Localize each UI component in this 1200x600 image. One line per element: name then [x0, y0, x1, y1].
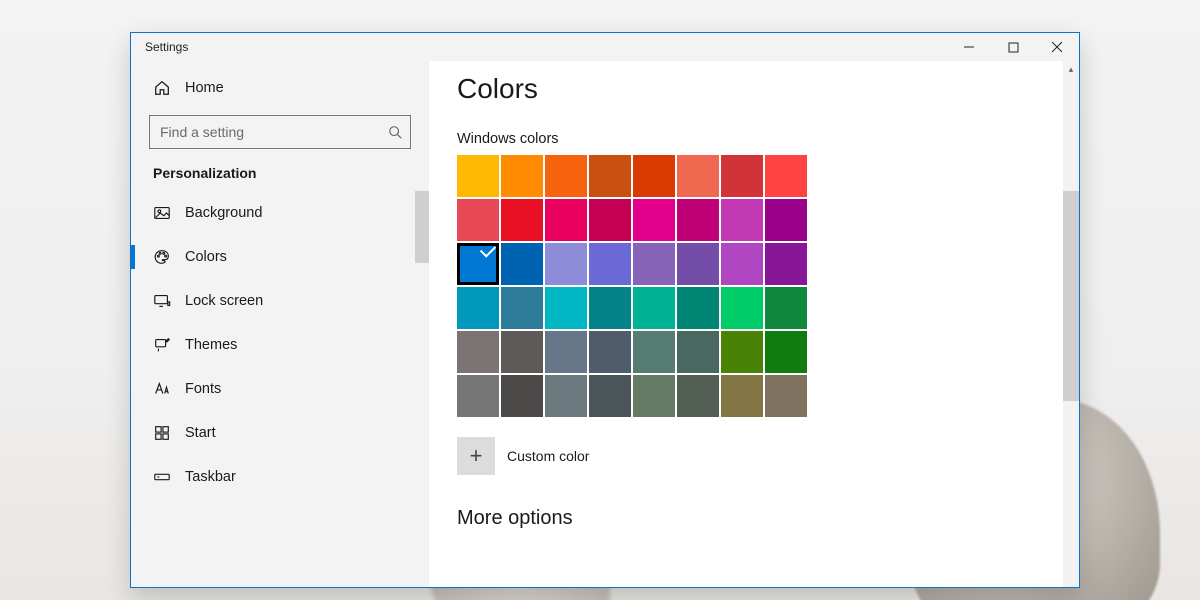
home-icon: [153, 79, 171, 97]
color-swatch[interactable]: [677, 199, 719, 241]
color-swatch[interactable]: [589, 199, 631, 241]
color-swatch-grid: [457, 155, 1051, 417]
sidebar-category: Personalization: [131, 163, 429, 191]
sidebar-item-themes[interactable]: Themes: [131, 323, 429, 367]
color-swatch[interactable]: [721, 199, 763, 241]
search-input[interactable]: [160, 124, 388, 140]
color-swatch[interactable]: [501, 375, 543, 417]
custom-color-row[interactable]: + Custom color: [457, 437, 1051, 475]
color-swatch[interactable]: [501, 287, 543, 329]
more-options-heading: More options: [457, 507, 1051, 530]
color-swatch[interactable]: [765, 199, 807, 241]
color-swatch[interactable]: [457, 331, 499, 373]
maximize-icon: [1008, 42, 1019, 53]
window-body: Home Personalization Background: [131, 61, 1079, 587]
page-title: Colors: [457, 73, 1051, 105]
sidebar-home-label: Home: [185, 80, 224, 96]
window-controls: [947, 33, 1079, 61]
color-swatch[interactable]: [633, 155, 675, 197]
color-swatch[interactable]: [633, 331, 675, 373]
sidebar-item-label: Fonts: [185, 381, 221, 397]
sidebar-item-label: Themes: [185, 337, 237, 353]
color-swatch[interactable]: [721, 243, 763, 285]
plus-icon[interactable]: +: [457, 437, 495, 475]
windows-colors-label: Windows colors: [457, 131, 1051, 147]
color-swatch[interactable]: [765, 287, 807, 329]
color-swatch[interactable]: [589, 287, 631, 329]
color-swatch[interactable]: [633, 375, 675, 417]
color-swatch[interactable]: [589, 375, 631, 417]
color-swatch[interactable]: [545, 155, 587, 197]
close-icon: [1051, 41, 1063, 53]
color-swatch[interactable]: [677, 331, 719, 373]
sidebar-item-label: Background: [185, 205, 262, 221]
color-swatch[interactable]: [545, 199, 587, 241]
taskbar-icon: [153, 468, 171, 486]
color-swatch[interactable]: [545, 287, 587, 329]
color-swatch[interactable]: [633, 243, 675, 285]
monitor-icon: [153, 292, 171, 310]
sidebar-item-start[interactable]: Start: [131, 411, 429, 455]
color-swatch[interactable]: [545, 243, 587, 285]
maximize-button[interactable]: [991, 33, 1035, 61]
sidebar-item-label: Taskbar: [185, 469, 236, 485]
minimize-icon: [963, 41, 975, 53]
picture-icon: [153, 204, 171, 222]
color-swatch[interactable]: [457, 287, 499, 329]
color-swatch[interactable]: [457, 155, 499, 197]
color-swatch[interactable]: [721, 331, 763, 373]
color-swatch[interactable]: [457, 243, 499, 285]
sidebar-item-background[interactable]: Background: [131, 191, 429, 235]
color-swatch[interactable]: [677, 155, 719, 197]
sidebar-nav: Background Colors Lock screen: [131, 191, 429, 587]
color-swatch[interactable]: [501, 243, 543, 285]
color-swatch[interactable]: [633, 199, 675, 241]
color-swatch[interactable]: [501, 199, 543, 241]
titlebar: Settings: [131, 33, 1079, 61]
sidebar-item-lock-screen[interactable]: Lock screen: [131, 279, 429, 323]
window-title: Settings: [145, 40, 188, 54]
sidebar-item-label: Lock screen: [185, 293, 263, 309]
sidebar-item-colors[interactable]: Colors: [131, 235, 429, 279]
sidebar: Home Personalization Background: [131, 61, 429, 587]
color-swatch[interactable]: [545, 331, 587, 373]
search-icon: [388, 125, 402, 139]
color-swatch[interactable]: [765, 155, 807, 197]
scrollbar-up-icon[interactable]: ▴: [1063, 61, 1079, 77]
main-scrollbar-thumb[interactable]: [1063, 191, 1079, 401]
color-swatch[interactable]: [589, 331, 631, 373]
color-swatch[interactable]: [765, 243, 807, 285]
close-button[interactable]: [1035, 33, 1079, 61]
color-swatch[interactable]: [721, 287, 763, 329]
custom-color-label: Custom color: [507, 448, 589, 464]
sidebar-item-label: Colors: [185, 249, 227, 265]
color-swatch[interactable]: [721, 155, 763, 197]
main-content: ▴ Colors Windows colors + Custom color M…: [429, 61, 1079, 587]
sidebar-item-taskbar[interactable]: Taskbar: [131, 455, 429, 499]
color-swatch[interactable]: [633, 287, 675, 329]
palette-icon: [153, 248, 171, 266]
color-swatch[interactable]: [677, 375, 719, 417]
minimize-button[interactable]: [947, 33, 991, 61]
font-icon: [153, 380, 171, 398]
color-swatch[interactable]: [589, 155, 631, 197]
color-swatch[interactable]: [545, 375, 587, 417]
color-swatch[interactable]: [501, 155, 543, 197]
color-swatch[interactable]: [457, 375, 499, 417]
sidebar-item-fonts[interactable]: Fonts: [131, 367, 429, 411]
sidebar-home[interactable]: Home: [131, 69, 429, 109]
settings-window: Settings Home Per: [130, 32, 1080, 588]
color-swatch[interactable]: [677, 243, 719, 285]
color-swatch[interactable]: [457, 199, 499, 241]
color-swatch[interactable]: [765, 375, 807, 417]
color-swatch[interactable]: [721, 375, 763, 417]
search-box[interactable]: [149, 115, 411, 149]
sidebar-item-label: Start: [185, 425, 216, 441]
color-swatch[interactable]: [765, 331, 807, 373]
color-swatch[interactable]: [677, 287, 719, 329]
start-grid-icon: [153, 424, 171, 442]
color-swatch[interactable]: [589, 243, 631, 285]
color-swatch[interactable]: [501, 331, 543, 373]
paint-icon: [153, 336, 171, 354]
